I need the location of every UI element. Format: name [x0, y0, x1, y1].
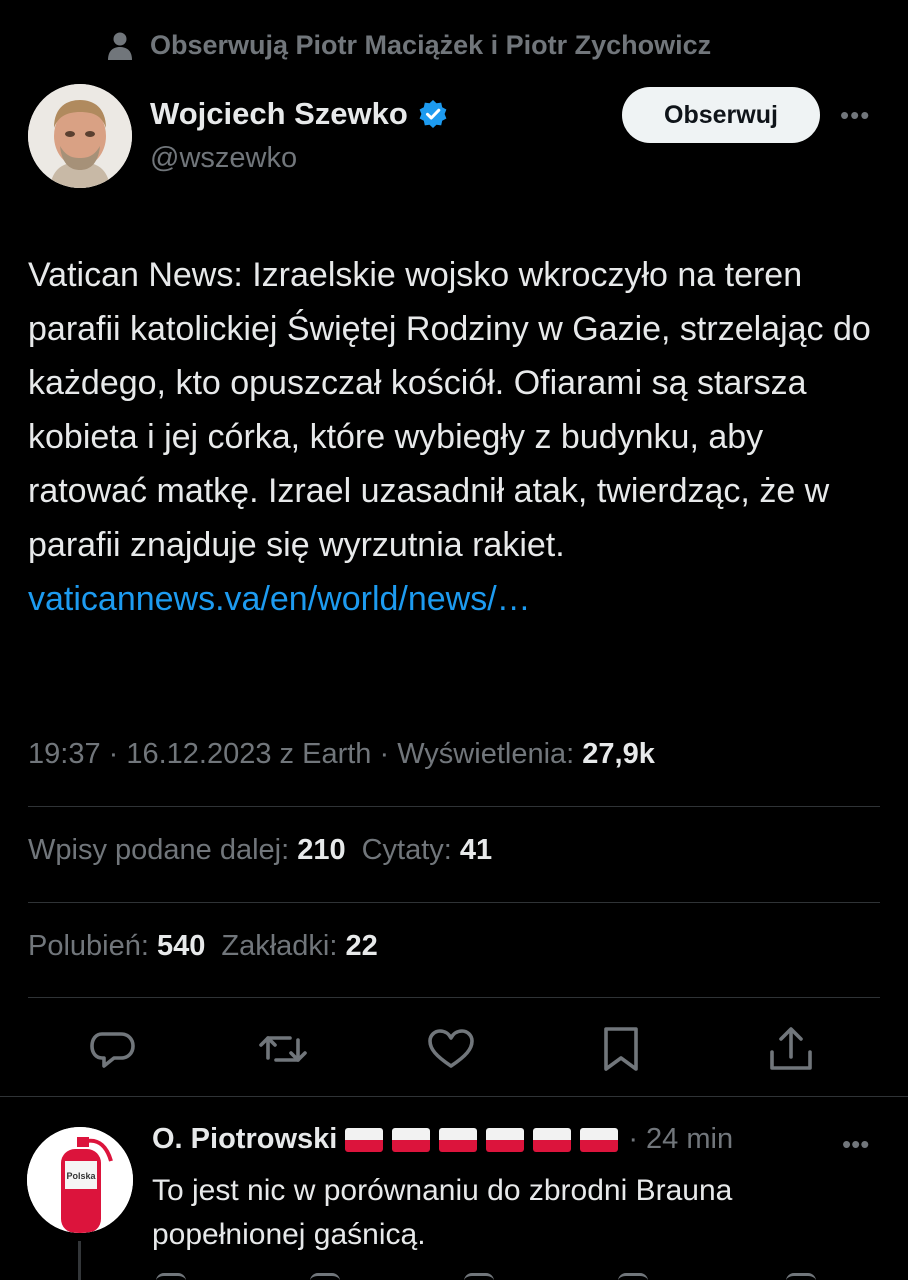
tweet-link[interactable]: vaticannews.va/en/world/news/… — [28, 580, 531, 618]
reply-author-name[interactable]: O. Piotrowski — [152, 1123, 337, 1156]
share-icon[interactable] — [766, 1024, 816, 1074]
author-name-text: Wojciech Szewko — [150, 96, 408, 131]
reply-repost-icon[interactable] — [310, 1273, 340, 1280]
poland-flag-icon — [439, 1127, 478, 1152]
author-name[interactable]: Wojciech Szewko — [150, 96, 448, 132]
author-avatar[interactable] — [28, 84, 132, 188]
reply-text: To jest nic w porównaniu do zbrodni Brau… — [152, 1174, 733, 1251]
repost-stats: Wpisy podane dalej: 210 Cytaty: 41 — [28, 834, 492, 867]
tweet-timestamp[interactable]: 19:37 · 16.12.2023 z Earth · — [28, 738, 397, 770]
avatar-label: Polska — [66, 1171, 96, 1181]
quotes-stat[interactable]: Cytaty: 41 — [362, 834, 493, 866]
likes-stat[interactable]: Polubień: 540 — [28, 930, 205, 962]
reply-avatar[interactable]: Polska — [27, 1127, 133, 1233]
reply-time[interactable]: · 24 min — [628, 1123, 733, 1156]
reply-views-icon[interactable] — [618, 1273, 648, 1280]
bookmark-icon[interactable] — [596, 1024, 646, 1074]
verified-badge-icon — [419, 100, 447, 128]
tweet-text: Vatican News: Izraelskie wojsko wkroczył… — [28, 248, 888, 626]
reply-comment-icon[interactable] — [156, 1273, 186, 1280]
more-icon[interactable]: ••• — [840, 100, 880, 130]
like-icon[interactable] — [426, 1024, 476, 1074]
like-stats: Polubień: 540 Zakładki: 22 — [28, 930, 378, 963]
poland-flag-icon — [533, 1127, 572, 1152]
tweet-body: Vatican News: Izraelskie wojsko wkroczył… — [28, 256, 871, 564]
reply-action-bar — [152, 1273, 816, 1280]
author-avatar-image — [28, 84, 132, 188]
reposts-count: 210 — [297, 834, 346, 866]
poland-flag-icon — [392, 1127, 431, 1152]
fire-extinguisher-avatar-image: Polska — [27, 1127, 133, 1233]
flag-emoji-group — [345, 1127, 619, 1152]
reply-icon[interactable] — [88, 1024, 138, 1074]
tweet-meta: 19:37 · 16.12.2023 z Earth · Wyświetleni… — [28, 738, 655, 771]
bookmarks-count: 22 — [345, 930, 378, 962]
quotes-count: 41 — [459, 834, 493, 866]
action-bar — [88, 1024, 828, 1074]
bookmarks-stat[interactable]: Zakładki: 22 — [221, 930, 377, 962]
author-handle[interactable]: @wszewko — [150, 142, 297, 175]
divider — [28, 902, 880, 903]
likes-count: 540 — [157, 930, 206, 962]
views-label: Wyświetlenia: — [397, 738, 583, 770]
bookmarks-label: Zakładki: — [221, 930, 346, 962]
thread-line — [78, 1241, 81, 1280]
views-count: 27,9k — [582, 738, 655, 770]
divider — [28, 806, 880, 807]
person-icon — [108, 32, 132, 60]
tweet-author: Wojciech Szewko @wszewko Obserwuj ••• — [28, 84, 880, 190]
reply-share-icon[interactable] — [786, 1273, 816, 1280]
reposts-stat[interactable]: Wpisy podane dalej: 210 — [28, 834, 346, 866]
likes-label: Polubień: — [28, 930, 157, 962]
social-context[interactable]: Obserwują Piotr Maciążek i Piotr Zychowi… — [106, 30, 711, 61]
reposts-label: Wpisy podane dalej: — [28, 834, 298, 866]
reply-tweet[interactable]: Polska O. Piotrowski · 24 min ••• To jes… — [0, 1096, 908, 1280]
poland-flag-icon — [345, 1127, 384, 1152]
reply-header: O. Piotrowski · 24 min — [152, 1123, 733, 1156]
reply-more-icon[interactable]: ••• — [842, 1129, 869, 1160]
reply-like-icon[interactable] — [464, 1273, 494, 1280]
follow-button[interactable]: Obserwuj — [622, 87, 820, 143]
social-context-text: Obserwują Piotr Maciążek i Piotr Zychowi… — [150, 30, 712, 60]
divider — [28, 997, 880, 998]
quotes-label: Cytaty: — [361, 834, 460, 866]
poland-flag-icon — [486, 1127, 525, 1152]
poland-flag-icon — [580, 1127, 619, 1152]
repost-icon[interactable] — [258, 1024, 308, 1074]
